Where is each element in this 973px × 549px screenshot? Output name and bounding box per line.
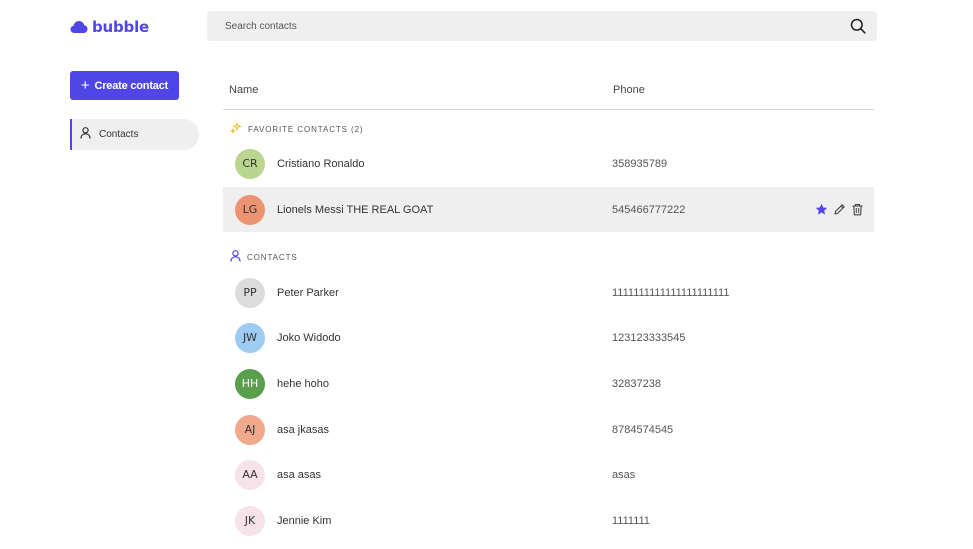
contact-phone: 32837238 [612, 377, 661, 390]
contact-name: Cristiano Ronaldo [277, 157, 365, 170]
sidebar-item-contacts[interactable]: Contacts [70, 119, 199, 150]
avatar: JW [235, 322, 265, 353]
pencil-icon[interactable] [832, 203, 846, 217]
table-row[interactable]: LG Lionels Messi THE REAL GOAT 545466777… [223, 187, 874, 232]
search-input[interactable] [225, 20, 849, 32]
search-bar [207, 11, 877, 41]
create-contact-button[interactable]: + Create contact [70, 71, 179, 100]
contact-phone: asas [612, 468, 636, 481]
contact-name: Peter Parker [277, 286, 339, 299]
section-title: FAVORITE CONTACTS (2) [248, 124, 364, 134]
plus-icon: + [80, 76, 90, 94]
favorites-section-label: FAVORITE CONTACTS (2) [229, 121, 364, 136]
avatar: AJ [235, 414, 265, 445]
column-header-phone: Phone [613, 84, 645, 96]
contact-phone: 545466777222 [612, 203, 686, 216]
avatar: LG [235, 194, 265, 225]
contact-name: asa jkasas [277, 423, 329, 436]
table-row[interactable]: PP Peter Parker 1111111111111111111111 [223, 270, 874, 315]
contact-name: hehe hoho [277, 377, 329, 390]
table-row[interactable]: HH hehe hoho 32837238 [223, 361, 874, 406]
contact-phone: 358935789 [612, 157, 668, 170]
contact-name: Lionels Messi THE REAL GOAT [277, 203, 434, 216]
contact-phone: 8784574545 [612, 423, 674, 436]
section-title: CONTACTS [247, 252, 298, 262]
table-row[interactable]: JK Jennie Kim 1111111 [223, 498, 874, 543]
table-row[interactable]: JW Joko Widodo 123123333545 [223, 315, 874, 360]
table-row[interactable]: AA asa asas asas [223, 452, 874, 497]
create-contact-label: Create contact [94, 79, 169, 92]
sidebar-item-label: Contacts [99, 129, 139, 140]
contact-name: Jennie Kim [277, 514, 332, 527]
sparkles-icon [229, 121, 242, 136]
avatar: JK [235, 505, 265, 536]
table-header: Name Phone [223, 78, 874, 110]
avatar: AA [235, 459, 265, 490]
trash-icon[interactable] [850, 203, 864, 217]
avatar: PP [235, 277, 265, 308]
person-icon [230, 250, 241, 264]
avatar: CR [235, 148, 265, 179]
table-row[interactable]: CR Cristiano Ronaldo 358935789 [223, 141, 874, 186]
column-header-name: Name [229, 84, 259, 96]
contact-phone: 1111111 [612, 514, 650, 527]
cloud-icon [70, 20, 88, 34]
contact-name: asa asas [277, 468, 322, 481]
contact-name: Joko Widodo [277, 331, 341, 344]
contacts-section-label: CONTACTS [230, 250, 298, 264]
contact-phone: 123123333545 [612, 331, 686, 344]
row-actions [814, 203, 864, 217]
avatar: HH [235, 368, 265, 399]
table-row[interactable]: AJ asa jkasas 8784574545 [223, 407, 874, 452]
star-icon[interactable] [814, 203, 828, 217]
person-icon [80, 127, 91, 142]
app-logo[interactable]: bubble [70, 16, 149, 38]
contact-phone: 1111111111111111111111 [612, 286, 730, 299]
search-icon[interactable] [849, 17, 867, 35]
app-name: bubble [92, 18, 150, 36]
